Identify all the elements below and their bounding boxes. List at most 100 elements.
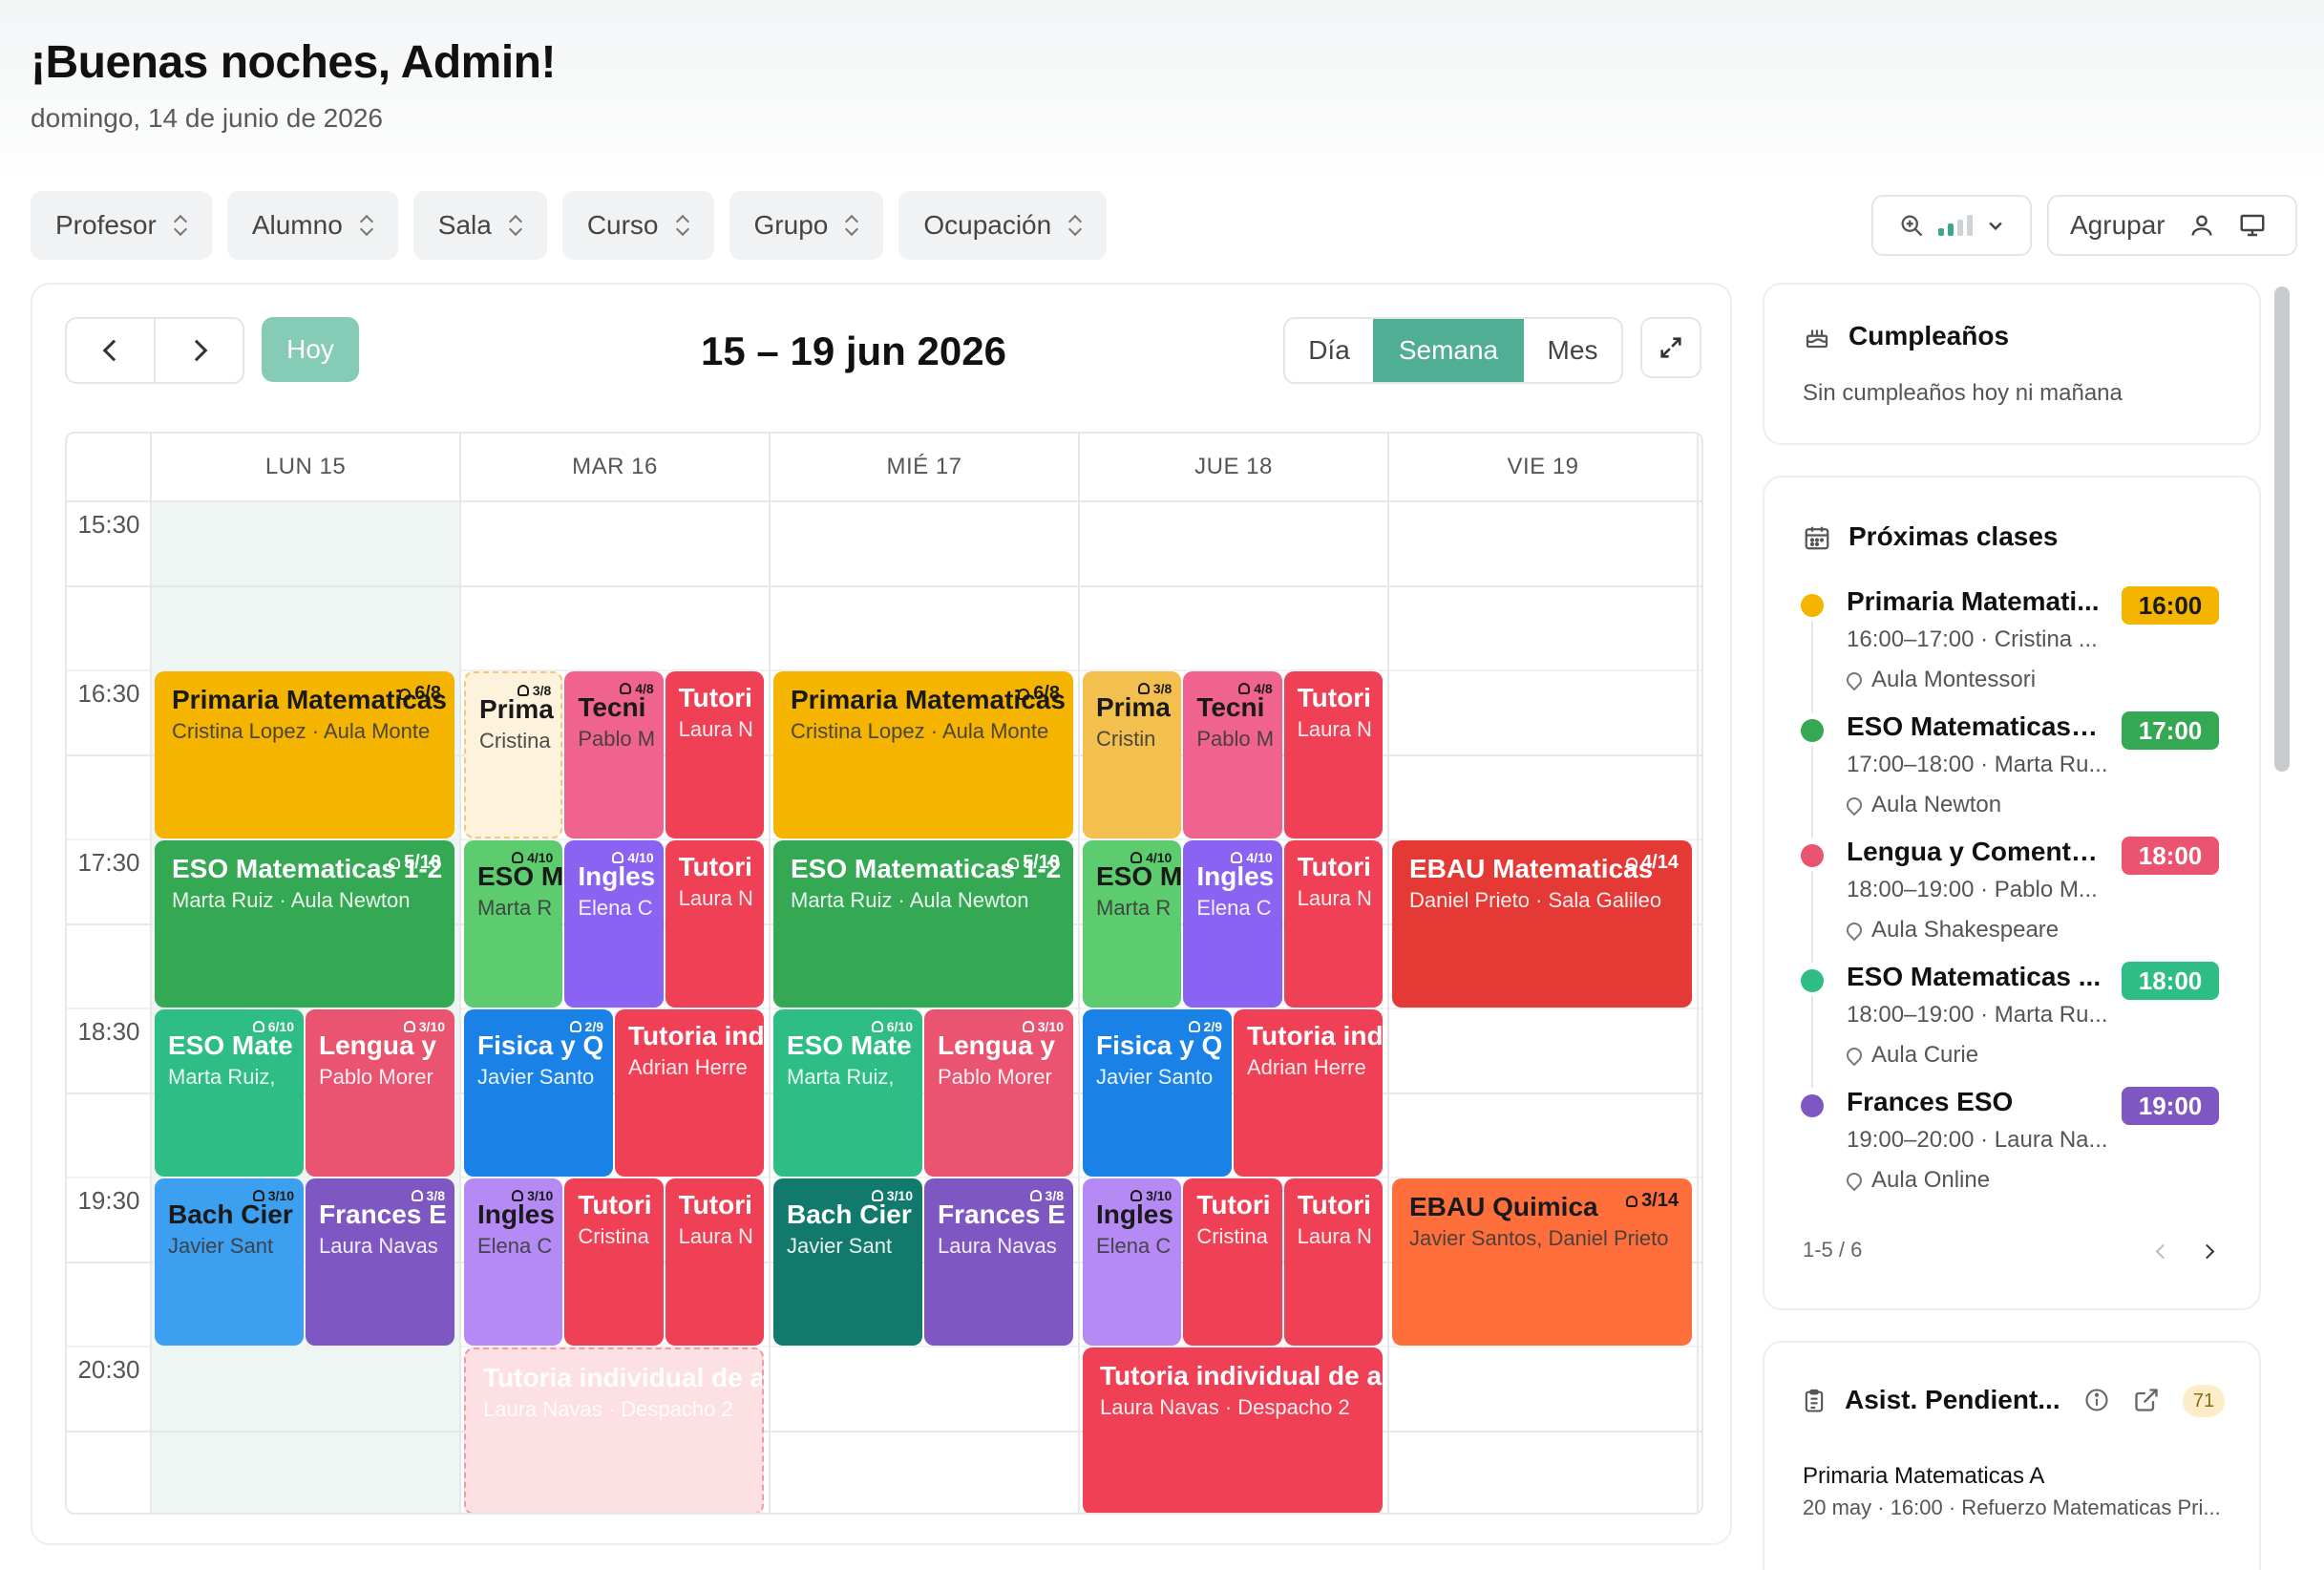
event-block[interactable]: 3/14 EBAU Quimica Javier Santos, Daniel Pr…: [1392, 1178, 1692, 1346]
presentation-icon[interactable]: [2238, 211, 2267, 240]
event-block[interactable]: 5/10 ESO Matematicas 1-2 Marta Ruiz · Aula…: [773, 840, 1073, 1008]
capacity-badge: 2/9: [1188, 1019, 1222, 1034]
fullscreen-button[interactable]: [1640, 317, 1701, 378]
event-block[interactable]: Tutori Laura N: [665, 840, 764, 1008]
event-block[interactable]: Tutoria ind Adrian Herre: [615, 1009, 764, 1177]
capacity-text: 4/10: [527, 850, 554, 865]
info-icon[interactable]: [2083, 1387, 2110, 1413]
filter-alumno[interactable]: Alumno: [226, 191, 398, 260]
capacity-text: 4/8: [635, 681, 654, 696]
class-name: Primaria Matemati...: [1847, 586, 2100, 616]
group-button[interactable]: Agrupar: [2070, 210, 2166, 241]
class-time-teacher: 17:00–18:00 · Marta Ru...: [1847, 752, 2108, 777]
upcoming-class-item[interactable]: ESO Matematicas ... 18:00–19:00 · Marta R…: [1801, 962, 2230, 1088]
event-block[interactable]: 3/8 Frances E Laura Navas: [306, 1178, 454, 1346]
event-title: Frances E: [938, 1199, 1066, 1229]
capacity-text: 3/10: [267, 1188, 294, 1203]
person-icon: [252, 1021, 264, 1032]
event-subtitle: Elena C: [1196, 896, 1272, 920]
capacity-text: 3/10: [1146, 1188, 1173, 1203]
sidebar-scrollbar[interactable]: [2274, 286, 2290, 772]
person-icon: [1007, 857, 1020, 869]
chevron-right-icon: [2199, 1243, 2214, 1259]
event-block[interactable]: Tutori Cristina: [564, 1178, 664, 1346]
event-block[interactable]: 6/8 Primaria Matematicas Cristina Lopez · …: [773, 671, 1073, 838]
event-block[interactable]: 3/10 Ingles Elena C: [464, 1178, 563, 1346]
event-block[interactable]: Tutori Laura N: [1283, 840, 1383, 1008]
event-block[interactable]: 3/10 Bach Cier Javier Sant: [155, 1178, 304, 1346]
capacity-badge: 3/10: [512, 1188, 553, 1203]
next-page-button[interactable]: [2192, 1234, 2227, 1268]
event-block[interactable]: 4/10 Ingles Elena C: [1183, 840, 1282, 1008]
event-block[interactable]: 3/10 Ingles Elena C: [1083, 1178, 1182, 1346]
view-day-tab[interactable]: Día: [1285, 319, 1373, 382]
event-block[interactable]: Tutoria ind Adrian Herre: [1234, 1009, 1383, 1177]
event-block[interactable]: 4/8 Tecni Pablo M: [1183, 671, 1282, 838]
event-block[interactable]: Tutori Laura N: [1283, 1178, 1383, 1346]
capacity-badge: 3/10: [252, 1188, 294, 1203]
event-subtitle: Javier Sant: [787, 1234, 893, 1258]
capacity-text: 3/8: [426, 1188, 445, 1203]
event-subtitle: Laura Navas · Despacho 2: [1100, 1395, 1350, 1419]
start-time-badge: 16:00: [2122, 586, 2219, 625]
event-block[interactable]: 6/10 ESO Mate Marta Ruiz,: [155, 1009, 304, 1177]
event-block[interactable]: Tutoria individual de ap Laura Navas · De…: [464, 1347, 764, 1513]
view-month-tab[interactable]: Mes: [1524, 319, 1621, 382]
event-block[interactable]: 3/8 Prima Cristina: [464, 671, 563, 838]
class-room: Aula Curie: [1843, 1042, 1978, 1069]
view-week-tab[interactable]: Semana: [1373, 319, 1524, 382]
event-block[interactable]: 5/10 ESO Matematicas 1-2 Marta Ruiz · Aula…: [155, 840, 454, 1008]
event-block[interactable]: Tutori Laura N: [665, 671, 764, 838]
attendance-item-title[interactable]: Primaria Matematicas A: [1803, 1463, 2044, 1490]
upcoming-class-item[interactable]: ESO Matematicas 1... 17:00–18:00 · Marta …: [1801, 711, 2230, 838]
person-icon: [1626, 857, 1638, 869]
person-icon: [1238, 683, 1251, 694]
event-block[interactable]: 3/10 Lengua y Pablo Morer: [306, 1009, 454, 1177]
event-title: Tutori: [1297, 1190, 1371, 1220]
event-subtitle: Adrian Herre: [1247, 1055, 1366, 1079]
filter-curso[interactable]: Curso: [561, 191, 714, 260]
event-block[interactable]: Tutoria individual de ap Laura Navas · De…: [1083, 1347, 1383, 1513]
capacity-badge: 5/10: [1007, 852, 1060, 874]
zoom-level-dropdown[interactable]: [1871, 195, 2032, 256]
upcoming-class-item[interactable]: Frances ESO 19:00–20:00 · Laura Na... Aula…: [1801, 1087, 2230, 1201]
today-button[interactable]: Hoy: [262, 317, 359, 382]
event-block[interactable]: 3/10 Lengua y Pablo Morer: [924, 1009, 1073, 1177]
prev-page-button[interactable]: [2143, 1234, 2177, 1268]
event-block[interactable]: 6/8 Primaria Matematicas Cristina Lopez · …: [155, 671, 454, 838]
upcoming-title: Próximas clases: [1849, 521, 2059, 551]
capacity-text: 6/10: [886, 1019, 913, 1034]
filter-sala[interactable]: Sala: [412, 191, 547, 260]
filter-grupo[interactable]: Grupo: [729, 191, 884, 260]
prev-week-button[interactable]: [67, 319, 156, 382]
next-week-button[interactable]: [156, 319, 243, 382]
class-color-dot: [1801, 719, 1824, 742]
capacity-badge: 3/8: [1029, 1188, 1064, 1203]
event-block[interactable]: 3/8 Prima Cristin: [1083, 671, 1182, 838]
event-block[interactable]: 2/9 Fisica y Q Javier Santo: [464, 1009, 613, 1177]
event-block[interactable]: 4/10 ESO M Marta R: [464, 840, 563, 1008]
upcoming-class-item[interactable]: Lengua y Comenta... 18:00–19:00 · Pablo M…: [1801, 837, 2230, 963]
event-block[interactable]: Tutori Laura N: [665, 1178, 764, 1346]
calendar-nav: [65, 317, 244, 384]
event-block[interactable]: 3/10 Bach Cier Javier Sant: [773, 1178, 922, 1346]
capacity-text: 4/8: [1254, 681, 1273, 696]
event-subtitle: Laura Navas · Despacho 2: [483, 1397, 733, 1421]
filter-ocupacion[interactable]: Ocupación: [898, 191, 1108, 260]
person-icon: [620, 683, 632, 694]
external-link-icon[interactable]: [2133, 1387, 2160, 1413]
event-block[interactable]: Tutori Cristina: [1183, 1178, 1282, 1346]
upcoming-class-item[interactable]: Primaria Matemati... 16:00–17:00 · Cristi…: [1801, 586, 2230, 712]
event-block[interactable]: 6/10 ESO Mate Marta Ruiz,: [773, 1009, 922, 1177]
filter-profesor[interactable]: Profesor: [31, 191, 212, 260]
event-title: Bach Cier: [168, 1199, 293, 1229]
event-block[interactable]: 4/10 Ingles Elena C: [564, 840, 664, 1008]
user-icon[interactable]: [2188, 212, 2215, 239]
event-block[interactable]: 4/8 Tecni Pablo M: [564, 671, 664, 838]
event-block[interactable]: Tutori Laura N: [1283, 671, 1383, 838]
event-subtitle: Elena C: [477, 1234, 553, 1258]
event-block[interactable]: 4/10 ESO M Marta R: [1083, 840, 1182, 1008]
event-block[interactable]: 4/14 EBAU Matematicas Daniel Prieto · Sala…: [1392, 840, 1692, 1008]
event-block[interactable]: 3/8 Frances E Laura Navas: [924, 1178, 1073, 1346]
event-block[interactable]: 2/9 Fisica y Q Javier Santo: [1083, 1009, 1232, 1177]
